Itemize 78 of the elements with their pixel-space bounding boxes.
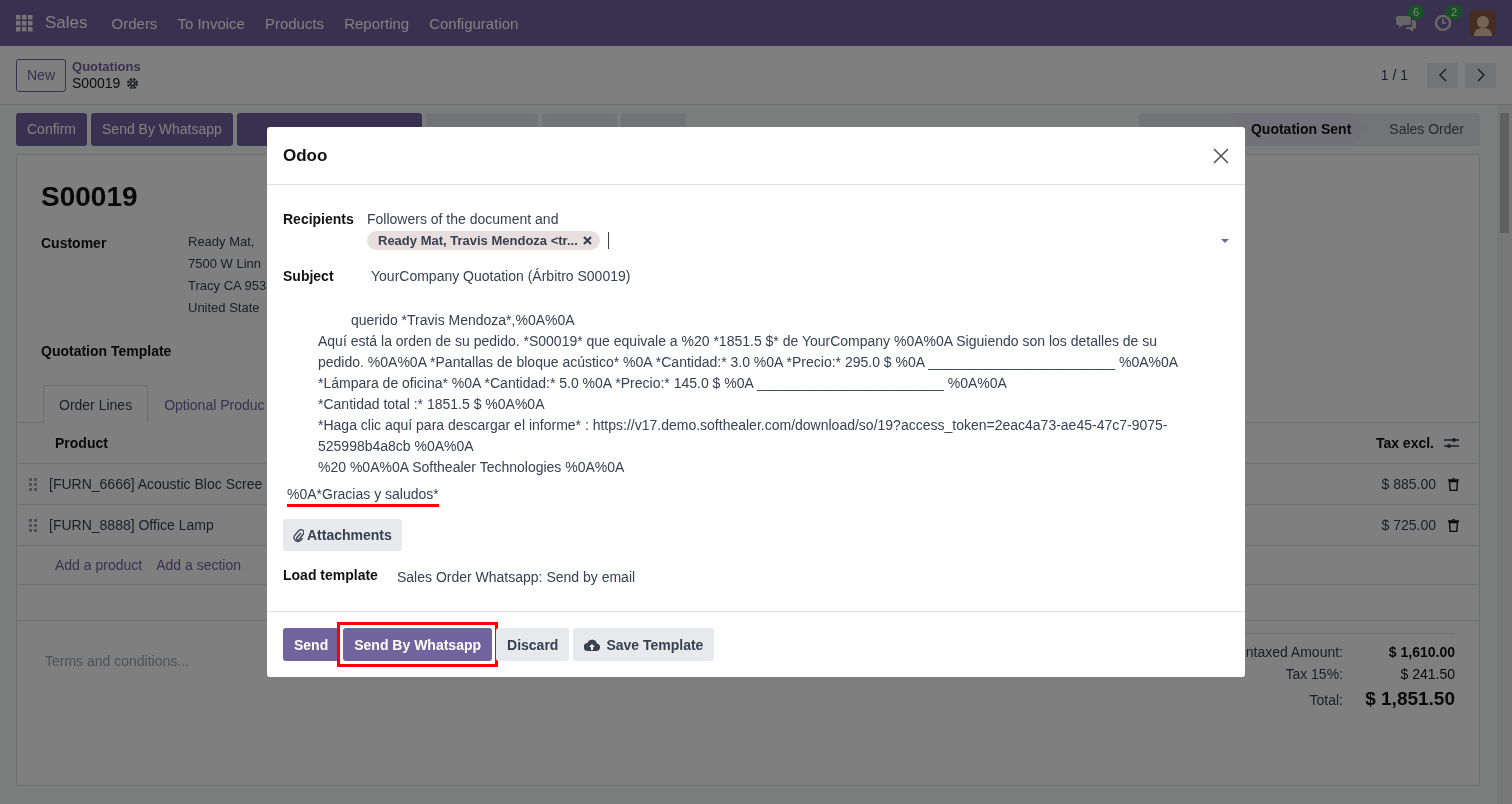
app-name[interactable]: Sales bbox=[45, 13, 88, 33]
count-badge: 2 bbox=[1446, 5, 1463, 19]
apps-menu-icon[interactable] bbox=[16, 14, 33, 32]
dialog-button[interactable]: Discard bbox=[496, 628, 570, 661]
sliders-icon[interactable] bbox=[1444, 437, 1459, 449]
avatar[interactable] bbox=[1470, 10, 1496, 36]
message-line: Aquí está la orden de su pedido. *S00019* que equivale a %20 *1851.5 $* de YourCompany %0A%0A Siguiendo son los detalles de su bbox=[318, 332, 1159, 351]
drag-handle-icon[interactable] bbox=[29, 477, 37, 491]
status-step[interactable]: Sales Order bbox=[1367, 112, 1480, 146]
attachments-button[interactable]: Attachments bbox=[283, 519, 402, 551]
field-label: Load template bbox=[283, 567, 379, 583]
add-link[interactable]: Add a section bbox=[156, 557, 241, 573]
dialog-button[interactable]: Send bbox=[283, 628, 340, 661]
address-line: Ready Mat, bbox=[188, 233, 256, 251]
table-cell: $ 885.00 bbox=[1381, 476, 1436, 492]
address-line: 7500 W Linn bbox=[188, 255, 262, 273]
breadcrumb-link[interactable]: Quotations bbox=[72, 59, 141, 75]
template-field[interactable]: Sales Order Whatsapp: Send by email bbox=[397, 569, 636, 585]
drag-handle-icon[interactable] bbox=[29, 518, 37, 532]
table-cell: [FURN_8888] Office Lamp bbox=[49, 517, 214, 533]
dialog-button[interactable]: Send By Whatsapp bbox=[343, 628, 493, 661]
clock-icon[interactable] bbox=[1434, 14, 1452, 32]
message-line: %20 %0A%0A Softhealer Technologies %0A%0A bbox=[318, 458, 626, 477]
chevron-right-icon bbox=[1476, 68, 1485, 82]
dropdown-caret-icon[interactable] bbox=[1221, 238, 1229, 243]
close-icon[interactable] bbox=[1213, 147, 1229, 164]
record-title: S00019 bbox=[41, 181, 138, 213]
trash-icon[interactable] bbox=[1448, 518, 1459, 532]
chevron-left-icon bbox=[1438, 68, 1447, 82]
column-header: Product bbox=[55, 435, 108, 451]
table-cell: $ 725.00 bbox=[1381, 517, 1436, 533]
address-line: United State bbox=[188, 299, 261, 317]
address-line: Tracy CA 953 bbox=[188, 277, 267, 295]
column-header: Tax excl. bbox=[1375, 435, 1434, 451]
message-line: *Cantidad total :* 1851.5 $ %0A%0A bbox=[318, 395, 546, 414]
field-label: Quotation Template bbox=[41, 343, 172, 359]
menu-item[interactable]: Orders bbox=[101, 14, 168, 32]
recipients-text: Followers of the document and bbox=[367, 211, 560, 227]
field-label: Customer bbox=[41, 235, 108, 253]
count-badge: 6 bbox=[1408, 5, 1425, 19]
trash-icon[interactable] bbox=[1448, 477, 1459, 491]
subject-field[interactable]: YourCompany Quotation (Árbitro S00019) bbox=[371, 268, 631, 284]
field-label: Subject bbox=[283, 268, 335, 284]
menu-item[interactable]: Configuration bbox=[419, 14, 529, 32]
total-value: $ 241.50 bbox=[1399, 666, 1455, 682]
total-label: Total: bbox=[1308, 692, 1343, 708]
menu-item[interactable]: To Invoice bbox=[167, 14, 255, 32]
dialog-title: Odoo bbox=[283, 145, 328, 166]
new-button[interactable]: New bbox=[16, 58, 66, 92]
previous-button[interactable] bbox=[1427, 62, 1458, 88]
table-cell: [FURN_6666] Acoustic Bloc Scree bbox=[49, 476, 263, 492]
action-button[interactable]: Send By Whatsapp bbox=[91, 112, 233, 146]
chat-icon[interactable] bbox=[1396, 14, 1416, 32]
add-link[interactable]: Add a product bbox=[55, 557, 143, 573]
menu-item[interactable]: Reporting bbox=[334, 14, 420, 32]
message-line: querido *Travis Mendoza*,%0A%0A bbox=[350, 311, 576, 330]
pager-value: 1 / 1 bbox=[1380, 67, 1408, 83]
total-value: $ 1,851.50 bbox=[1364, 688, 1455, 710]
total-label: ntaxed Amount: bbox=[1245, 644, 1343, 660]
message-line: *Haga clic aquí para descargar el informe* : https://v17.demo.softhealer.com/download/so/19?access_token=2eac4a73-ae45-47c7-9075- bbox=[318, 416, 1169, 435]
action-button[interactable]: Confirm bbox=[16, 112, 87, 146]
gear-icon[interactable] bbox=[126, 76, 140, 90]
field-label: Recipients bbox=[283, 211, 355, 227]
tab[interactable]: Order Lines bbox=[43, 385, 149, 423]
dialog-button[interactable]: Save Template bbox=[573, 628, 715, 661]
menu-item[interactable]: Products bbox=[254, 14, 335, 32]
record-name: S00019 bbox=[72, 75, 121, 91]
total-label: Tax 15%: bbox=[1284, 666, 1343, 682]
cloud-upload-icon bbox=[584, 638, 601, 651]
recipient-tag: Ready Mat, Travis Mendoza <tr... bbox=[367, 231, 600, 250]
paperclip-icon bbox=[293, 528, 304, 542]
message-line: 525998b4a8cb %0A%0A bbox=[318, 437, 475, 456]
closing-line: %0A*Gracias y saludos* bbox=[287, 486, 439, 507]
remove-icon[interactable] bbox=[582, 236, 592, 245]
next-button[interactable] bbox=[1465, 62, 1496, 88]
message-line: pedido. %0A%0A *Pantallas de bloque acústico* %0A *Cantidad:* 3.0 %0A *Precio:* 295.0 $ %0A ________________________ %0A%0A bbox=[318, 353, 1180, 372]
total-value: $ 1,610.00 bbox=[1387, 644, 1455, 660]
message-line: *Lámpara de oficina* %0A *Cantidad:* 5.0 %0A *Precio:* 145.0 $ %0A ________________________ %0A%0A bbox=[318, 374, 1008, 393]
